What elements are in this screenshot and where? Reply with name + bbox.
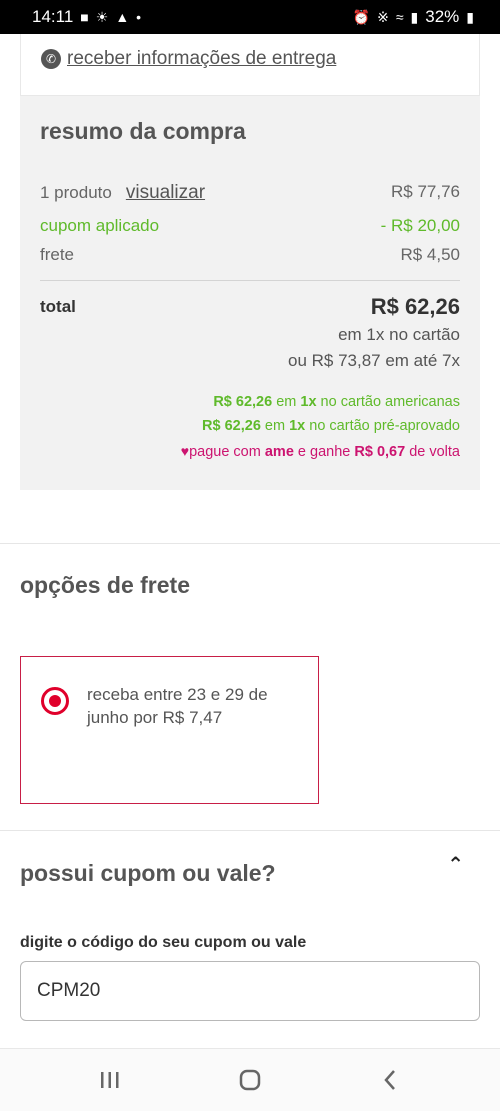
promo-card-em: em [272,394,301,410]
battery-icon: ▮ [466,8,474,25]
total-label: total [40,297,76,316]
ame-cashback: ♥pague com ame e ganhe R$ 0,67 de volta [181,443,460,460]
installment-single: em 1x no cartão [338,325,460,344]
promo-preapproved-card: R$ 62,26 em 1x no cartão pré-aprovado [202,418,460,434]
delivery-info-text: receber informações de entrega [67,48,337,69]
promo-americanas-card: R$ 62,26 em 1x no cartão americanas [213,394,460,410]
product-row: 1 produto visualizar R$ 77,76 [40,182,460,204]
message-icon: ■ [80,9,89,25]
coupon-value: - R$ 20,00 [380,216,460,235]
clock: 14:11 [32,7,74,26]
promo-card-value: R$ 62,26 [213,394,273,410]
weather-icon: ☀ [95,8,109,25]
shipping-row: frete R$ 4,50 [40,245,460,265]
shipping-value: R$ 4,50 [400,245,460,264]
shipping-option-card[interactable]: receba entre 23 e 29 de junho por R$ 7,4… [20,656,319,804]
home-button[interactable] [220,1060,280,1100]
shipping-option-text: receba entre 23 e 29 de junho por R$ 7,4… [87,685,268,727]
delivery-box: ✆ receber informações de entrega [20,34,480,96]
purchase-summary: resumo da compra 1 produto visualizar R$… [20,96,480,490]
ame-prefix: pague com [189,444,265,460]
back-button[interactable] [360,1060,420,1100]
promo-pre-em: em [260,418,290,434]
android-nav-bar [0,1048,500,1111]
alarm-icon: ⏰ [352,8,371,25]
wifi-icon: ≈ [395,9,404,25]
ame-value: R$ 0,67 [354,444,406,460]
ame-heart-icon: ♥ [180,443,190,459]
recent-apps-button[interactable] [80,1060,140,1100]
shipping-options-title: opções de frete [20,572,190,598]
battery-level: 32% [425,7,460,26]
ame-mid: e ganhe [293,444,355,460]
product-label: 1 produto [40,183,112,202]
promo-pre-text: no cartão pré-aprovado [305,418,460,434]
whatsapp-icon: ✆ [41,49,61,69]
promo-card-text: no cartão americanas [316,394,460,410]
promo-pre-times: 1x [289,418,306,434]
summary-title: resumo da compra [40,118,246,144]
delivery-info-link[interactable]: ✆ receber informações de entrega [41,48,336,70]
promo-pre-value: R$ 62,26 [202,418,261,434]
section-divider [0,543,500,544]
chevron-up-icon[interactable]: ⌃ [447,852,464,877]
status-bar: 14:11 ■ ☀ ▲ • ⏰ ※ ≈ ▮ 32% ▮ [0,0,500,34]
shipping-label: frete [40,245,75,264]
product-value: R$ 77,76 [391,182,460,201]
divider [40,280,460,281]
dot-icon: • [136,9,142,25]
coupon-field-label: digite o código do seu cupom ou vale [20,934,307,951]
notification-icon: ▲ [115,9,130,25]
coupon-section-title[interactable]: possui cupom ou vale? [20,860,276,887]
installment-multiple: ou R$ 73,87 em até 7x [287,351,460,370]
signal-icon: ▮ [410,8,419,25]
view-products-link[interactable]: visualizar [126,182,205,204]
shipping-option-radio[interactable] [41,687,69,715]
section-divider [0,830,500,831]
coupon-row: cupom aplicado - R$ 20,00 [40,216,460,236]
total-value: R$ 62,26 [370,294,460,319]
ame-suffix: de volta [405,444,460,460]
coupon-input[interactable] [20,961,480,1021]
bluetooth-icon: ※ [377,8,389,25]
checkout-page: ✆ receber informações de entrega resumo … [0,34,500,1048]
ame-brand: ame [264,444,294,460]
coupon-label: cupom aplicado [40,216,160,235]
promo-card-times: 1x [300,394,317,410]
